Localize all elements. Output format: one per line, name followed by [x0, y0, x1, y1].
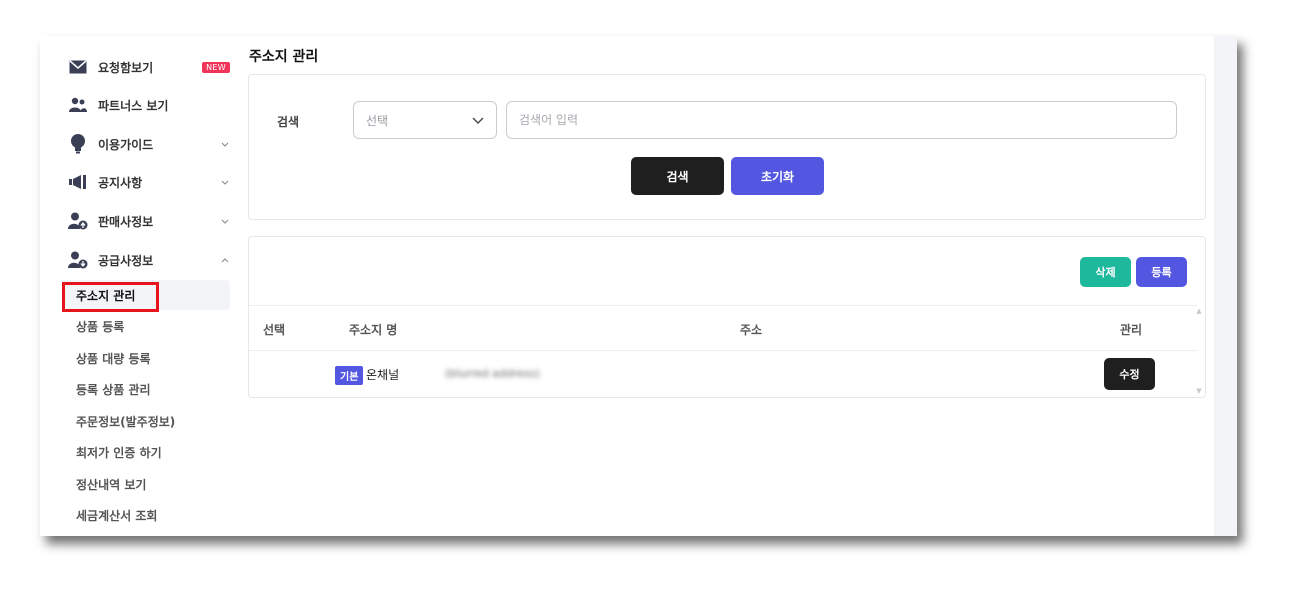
- sidebar-item-label: 요청함보기: [98, 60, 154, 75]
- app-window: 요청함보기 NEW 파트너스 보기 이용가이드 공지사항 판매사정보 공급사정보…: [40, 36, 1237, 536]
- sidebar-item-guide[interactable]: 이용가이드: [68, 132, 230, 156]
- column-header-manage: 관리: [1120, 323, 1143, 337]
- search-input[interactable]: [506, 101, 1177, 139]
- sidebar-item-seller-info[interactable]: 판매사정보: [68, 209, 230, 233]
- chevron-down-icon: [220, 177, 230, 187]
- sidebar-item-partners[interactable]: 파트너스 보기: [68, 93, 230, 117]
- user-down-icon: [68, 250, 88, 270]
- select-value: 선택: [366, 113, 389, 128]
- address-value: (blurred address): [445, 367, 540, 379]
- sidebar-item-supplier-info[interactable]: 공급사정보: [68, 248, 230, 272]
- mail-icon: [68, 57, 88, 77]
- column-header-select: 선택: [263, 323, 286, 337]
- chevron-down-icon: [472, 113, 484, 127]
- sidebar-item-label: 공급사정보: [98, 253, 154, 268]
- page-title: 주소지 관리: [249, 49, 319, 65]
- chevron-up-icon: [220, 255, 230, 265]
- register-button[interactable]: 등록: [1136, 257, 1187, 287]
- sidebar-item-requests[interactable]: 요청함보기 NEW: [68, 55, 230, 79]
- search-type-select[interactable]: 선택: [353, 101, 497, 139]
- reset-button[interactable]: 초기화: [731, 157, 824, 195]
- lightbulb-icon: [68, 134, 88, 154]
- sidebar: 요청함보기 NEW 파트너스 보기 이용가이드 공지사항 판매사정보 공급사정보…: [40, 36, 240, 536]
- sidebar-item-label: 이용가이드: [98, 137, 154, 152]
- sidebar-item-notice[interactable]: 공지사항: [68, 170, 230, 194]
- default-tag: 기본: [335, 366, 364, 385]
- user-up-icon: [68, 211, 88, 231]
- submenu-settlement[interactable]: 정산내역 보기: [76, 474, 146, 494]
- scroll-up-icon[interactable]: ▲: [1195, 307, 1203, 315]
- column-header-address: 주소: [740, 323, 763, 337]
- submenu-registered-products[interactable]: 등록 상품 관리: [76, 379, 151, 399]
- scroll-down-icon[interactable]: ▼: [1195, 387, 1203, 395]
- table-row: 기본 온채널 (blurred address) 수정: [249, 351, 1197, 397]
- search-label: 검색: [277, 115, 300, 129]
- search-button[interactable]: 검색: [631, 157, 724, 195]
- megaphone-icon: [68, 172, 88, 192]
- people-icon: [68, 95, 88, 115]
- submenu-bulk-register[interactable]: 상품 대량 등록: [76, 348, 151, 368]
- right-strip: [1214, 36, 1237, 536]
- chevron-down-icon: [220, 139, 230, 149]
- column-header-name: 주소지 명: [349, 323, 398, 337]
- sidebar-item-label: 공지사항: [98, 175, 143, 190]
- edit-button[interactable]: 수정: [1104, 358, 1155, 390]
- address-name: 온채널: [366, 368, 400, 382]
- address-list-panel: 삭제 등록 선택 주소지 명 주소 관리 기본 온채널 (blurred add…: [248, 236, 1206, 398]
- new-badge: NEW: [202, 61, 230, 73]
- sidebar-item-label: 판매사정보: [98, 214, 154, 229]
- delete-button[interactable]: 삭제: [1080, 257, 1131, 287]
- submenu-tax-invoice[interactable]: 세금계산서 조회: [76, 505, 157, 525]
- submenu-product-register[interactable]: 상품 등록: [76, 316, 124, 336]
- search-panel: 검색 선택 검색 초기화: [248, 74, 1206, 220]
- submenu-address-management[interactable]: 주소지 관리: [76, 285, 135, 305]
- submenu-order-info[interactable]: 주문정보(발주정보): [76, 411, 175, 431]
- sidebar-item-label: 파트너스 보기: [98, 98, 169, 113]
- table-header: 선택 주소지 명 주소 관리: [249, 305, 1197, 351]
- chevron-down-icon: [220, 216, 230, 226]
- submenu-lowest-price[interactable]: 최저가 인증 하기: [76, 442, 162, 462]
